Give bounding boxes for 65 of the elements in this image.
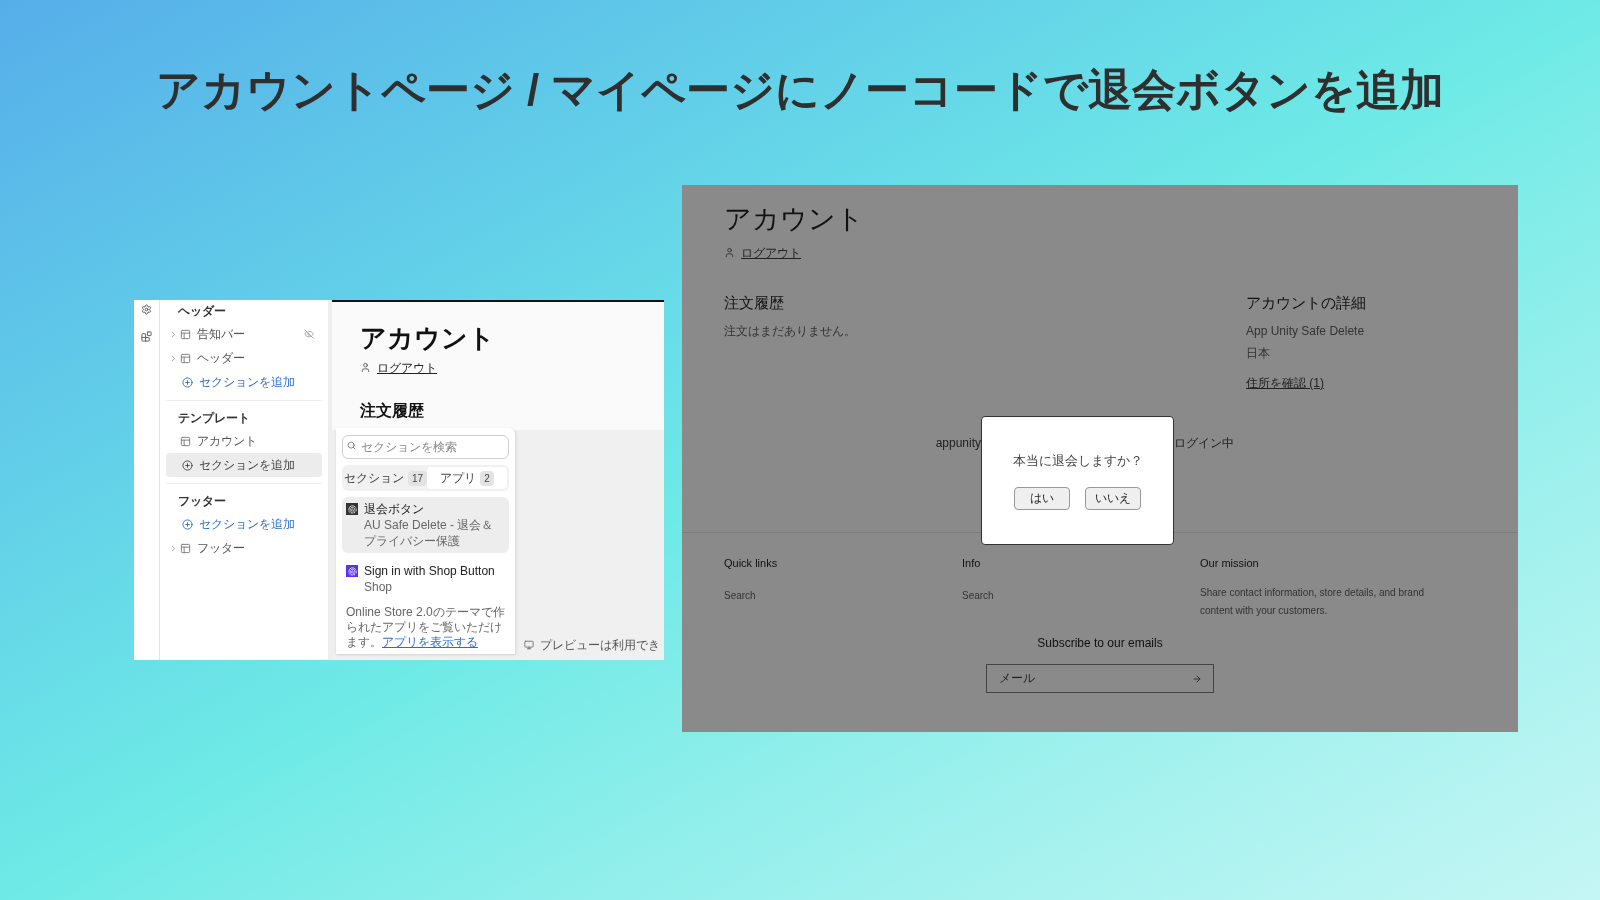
login-status-text: ログイン中 xyxy=(1174,435,1235,452)
monitor-icon xyxy=(524,640,534,650)
addresses-link[interactable]: 住所を確認 (1) xyxy=(1246,374,1436,392)
details-heading: アカウントの詳細 xyxy=(1246,292,1367,313)
add-section-item[interactable]: セクションを追加 xyxy=(166,453,322,477)
app-name: AU Safe Delete - 退会＆プライバシー保護 xyxy=(364,517,495,549)
subscribe-heading: Subscribe to our emails xyxy=(1037,634,1163,652)
app-block-item[interactable]: 退会ボタン AU Safe Delete - 退会＆プライバシー保護 xyxy=(342,497,509,553)
sidebar-heading: ヘッダー xyxy=(177,303,227,320)
page-title: アカウント xyxy=(724,203,865,236)
user-icon xyxy=(360,362,371,373)
section-item[interactable]: ヘッダー xyxy=(166,346,322,370)
sidebar-heading: フッター xyxy=(177,493,227,510)
section-icon xyxy=(180,352,191,364)
section-icon xyxy=(180,542,191,554)
add-section-item[interactable]: セクションを追加 xyxy=(166,512,322,536)
preview-notice: プレビューは利用でき xyxy=(540,637,660,654)
section-icon xyxy=(180,435,191,447)
details-line: App Unity Safe Delete xyxy=(1246,323,1366,340)
search-icon xyxy=(347,441,356,450)
email-field[interactable]: メール xyxy=(986,663,1214,693)
count-badge: 17 xyxy=(408,470,428,486)
logout-link[interactable]: ログアウト xyxy=(377,358,437,377)
add-section-item[interactable]: セクションを追加 xyxy=(166,370,322,394)
view-apps-link[interactable]: アプリを表示する xyxy=(382,635,478,649)
footer-link[interactable]: Search xyxy=(724,587,962,603)
plus-circle-icon xyxy=(182,459,193,471)
footer-link[interactable]: Search xyxy=(962,587,1200,603)
app-name: Shop xyxy=(364,579,394,595)
footer-heading: Info xyxy=(962,556,982,571)
section-icon xyxy=(180,328,191,340)
logout-link[interactable]: ログアウト xyxy=(741,243,801,262)
picker-footnote: Online Store 2.0のテーマで作られたアプリをご覧いただけます。アプリを表示する xyxy=(345,605,506,650)
section-item[interactable]: 告知バー xyxy=(166,322,322,346)
plus-circle-icon xyxy=(182,518,193,530)
eye-off-icon[interactable] xyxy=(304,329,314,339)
orders-heading: 注文履歴 xyxy=(360,400,425,421)
dialog-message: 本当に退会しますか？ xyxy=(1012,452,1143,470)
headline: アカウントページ / マイページにノーコードで退会ボタンを追加 xyxy=(154,64,1446,116)
orders-heading: 注文履歴 xyxy=(724,292,785,313)
plus-circle-icon xyxy=(182,376,193,388)
arrow-right-icon[interactable] xyxy=(1192,673,1202,684)
section-item[interactable]: フッター xyxy=(166,536,322,560)
user-icon xyxy=(724,247,735,258)
section-item[interactable]: アカウント xyxy=(166,429,322,453)
picker-tab[interactable]: アプリ 2 xyxy=(427,467,507,489)
dialog-button[interactable]: いいえ xyxy=(1085,486,1141,510)
app-block-name: Sign in with Shop Button xyxy=(364,563,495,579)
settings-icon[interactable] xyxy=(141,304,152,315)
login-status-text: appunity xyxy=(934,435,981,452)
app-block-item[interactable]: Sign in with Shop Button Shop xyxy=(342,559,509,599)
footer-heading: Our mission xyxy=(1200,556,1260,571)
mission-text: Share contact information, store details, and brand content with your customers. xyxy=(1200,585,1426,618)
count-badge: 2 xyxy=(480,470,494,486)
sidebar-heading: テンプレート xyxy=(177,410,251,427)
app-block-name: 退会ボタン xyxy=(364,501,425,517)
dialog-button[interactable]: はい xyxy=(1014,486,1070,510)
footer-heading: Quick links xyxy=(724,556,779,571)
orders-empty-text: 注文はまだありません。 xyxy=(724,323,857,340)
page-title: アカウント xyxy=(360,322,496,355)
confirm-dialog[interactable]: 本当に退会しますか？ はい いいえ xyxy=(981,416,1174,545)
details-line: 日本 xyxy=(1246,345,1271,362)
search-field[interactable]: セクションを検索 xyxy=(342,435,509,459)
picker-tab[interactable]: セクション 17 xyxy=(344,467,428,489)
apps-icon[interactable] xyxy=(141,331,152,342)
